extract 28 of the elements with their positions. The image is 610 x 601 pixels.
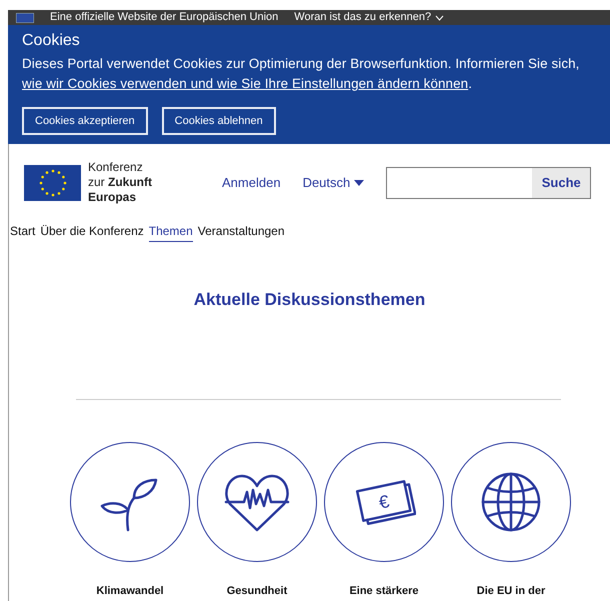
eu-flag-logo[interactable]: [24, 164, 81, 200]
search-button[interactable]: Suche: [532, 168, 590, 198]
official-website-text: Eine offizielle Website der Europäischen Union: [50, 12, 278, 23]
language-selector[interactable]: Deutsch: [302, 172, 364, 192]
section-heading: Aktuelle Diskussionsthemen: [192, 289, 426, 311]
cookie-notice: Dieses Portal verwendet Cookies zur Optimierung der Browserfunktion. Informieren Sie sich, wie wir Cookies verwenden und wie Sie Ihre Einstellungen ändern können.: [22, 55, 581, 93]
cookie-policy-link[interactable]: wie wir Cookies verwenden und wie Sie Ihre Einstellungen ändern können: [22, 76, 468, 91]
search-field[interactable]: Suche: [386, 166, 592, 198]
topic-label[interactable]: Die EU in der: [476, 582, 546, 599]
chevron-down-icon: [435, 14, 444, 20]
logo-text: Europas: [88, 190, 138, 205]
cookie-button[interactable]: Cookies ablehnen: [162, 107, 276, 135]
cookie-button[interactable]: Cookies akzeptieren: [22, 107, 148, 135]
topic-label[interactable]: Klimawandel: [96, 582, 164, 599]
nav-tab[interactable]: Veranstaltungen: [198, 222, 285, 242]
how-to-recognize-link[interactable]: Woran ist das zu erkennen?: [294, 12, 444, 23]
cookie-title: Cookies: [22, 31, 81, 51]
eu-flag-icon: [16, 12, 34, 22]
topic-label[interactable]: Gesundheit: [226, 582, 288, 599]
globe-icon: [480, 470, 542, 532]
nav-tab[interactable]: Über die Konferenz: [40, 222, 144, 242]
nav-tab[interactable]: Start: [10, 222, 36, 242]
login-link[interactable]: Anmelden: [222, 172, 281, 192]
logo-text: Konferenz: [88, 160, 144, 175]
caret-icon: [354, 180, 364, 186]
logo-text: zur Zukunft: [88, 175, 152, 190]
nav-tab[interactable]: Themen: [148, 222, 193, 242]
topic-label[interactable]: Eine stärkere: [349, 582, 419, 599]
